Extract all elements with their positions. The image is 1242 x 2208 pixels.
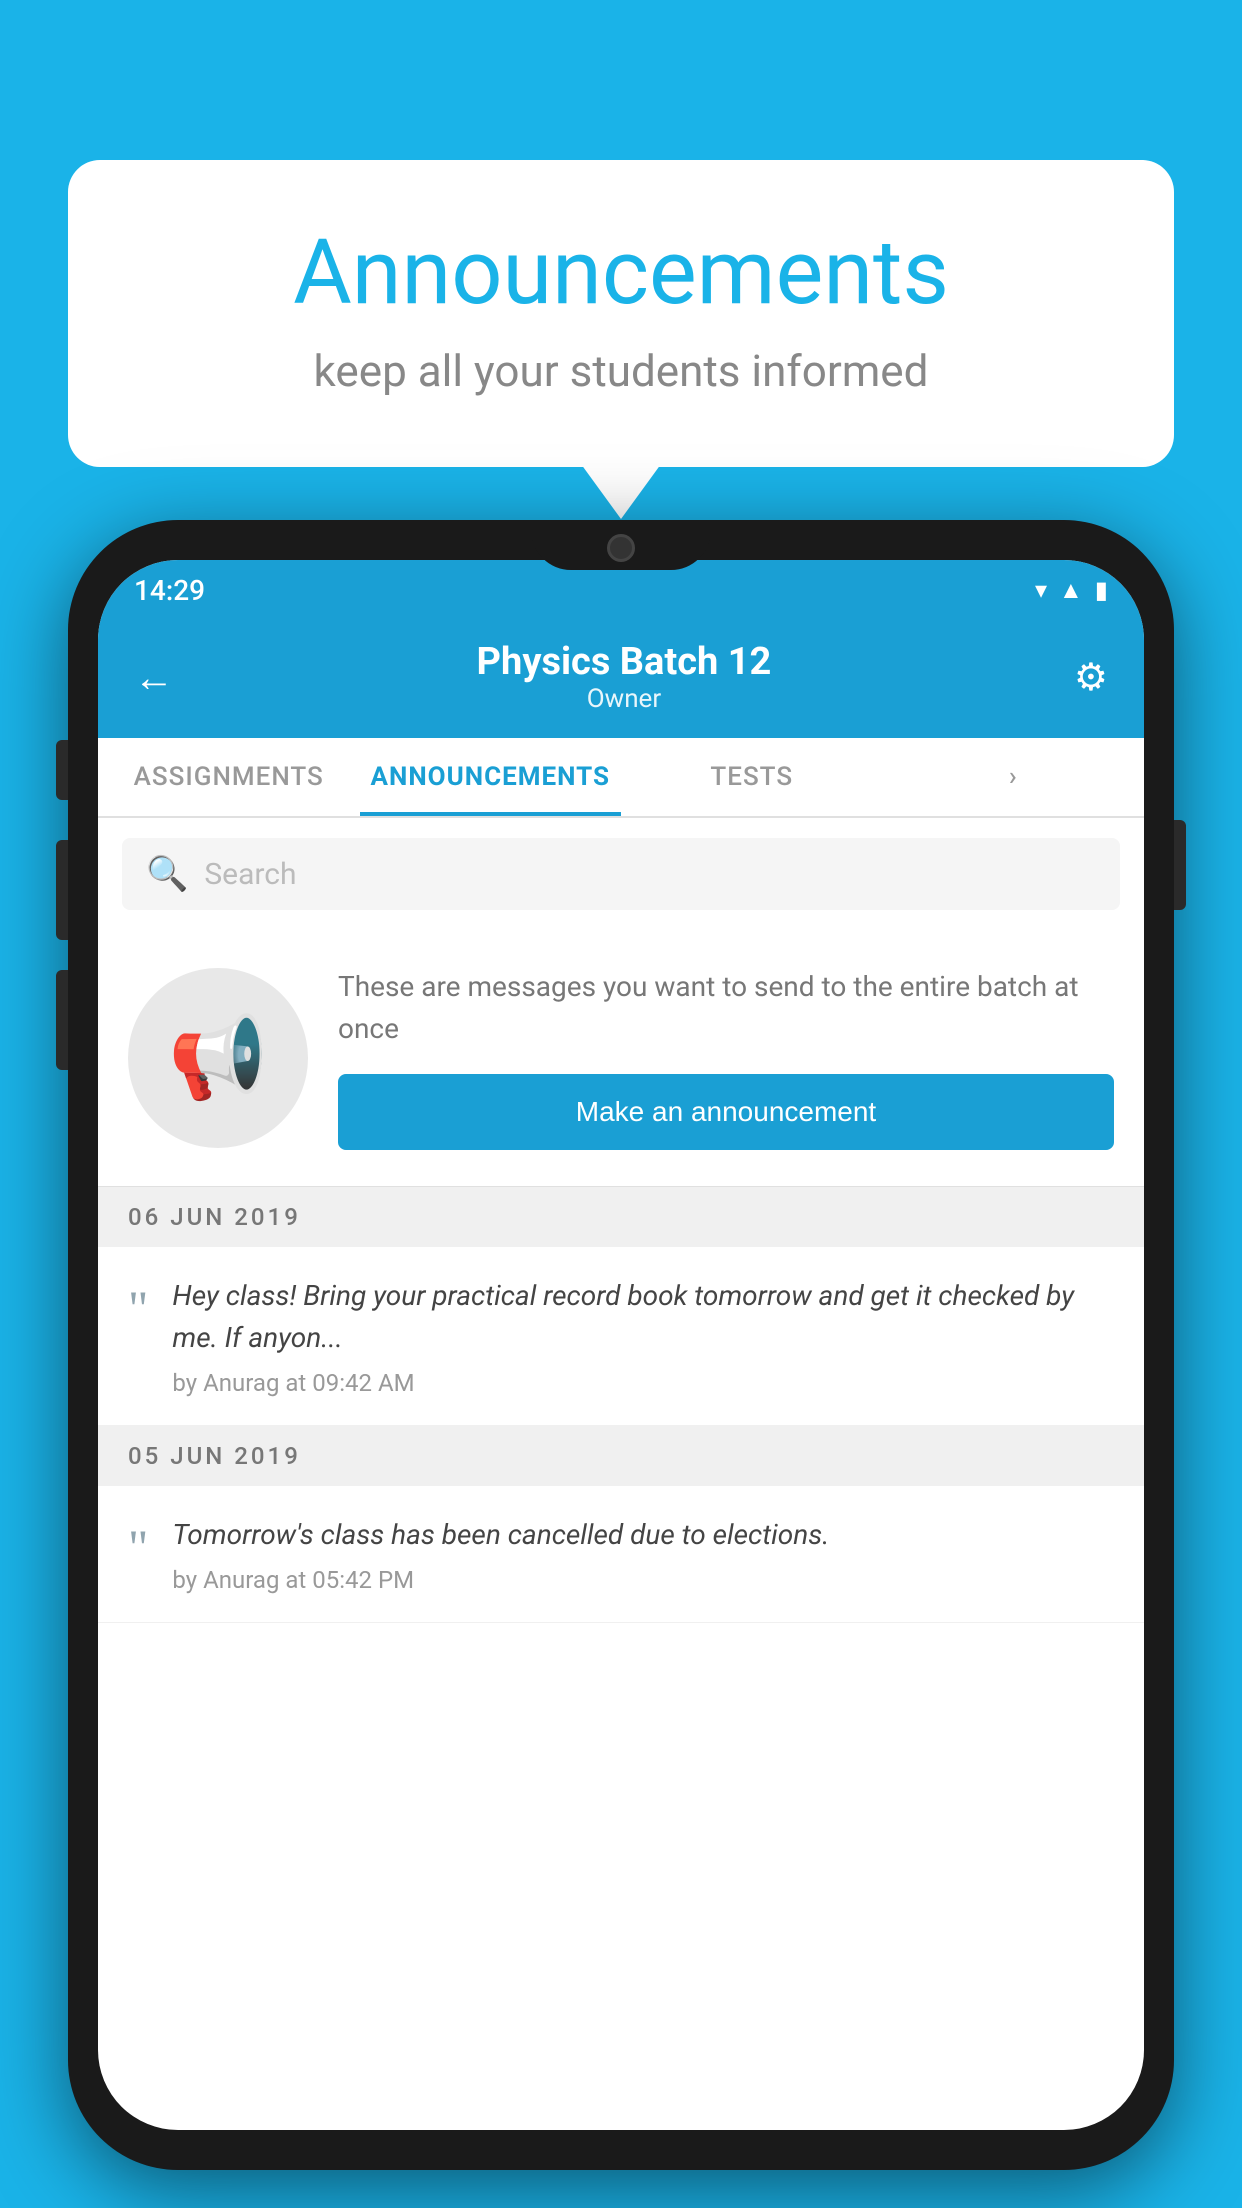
search-container: 🔍 Search (98, 818, 1144, 930)
tab-bar: ASSIGNMENTS ANNOUNCEMENTS TESTS › (98, 738, 1144, 818)
phone-notch (531, 520, 711, 570)
header-center: Physics Batch 12 Owner (477, 640, 772, 714)
volume-down-button (56, 970, 68, 1070)
app-header: ← Physics Batch 12 Owner ⚙ (98, 620, 1144, 738)
announcement-item-1[interactable]: " Hey class! Bring your practical record… (98, 1247, 1144, 1426)
quote-icon-2: " (128, 1522, 148, 1572)
tab-announcements[interactable]: ANNOUNCEMENTS (360, 738, 622, 816)
phone-mockup: 14:29 ▾ ▲ ▮ ← Physics Batch 12 Owner ⚙ A… (68, 520, 1174, 2170)
tab-assignments[interactable]: ASSIGNMENTS (98, 738, 360, 816)
announcement-prompt: 📢 These are messages you want to send to… (98, 930, 1144, 1187)
status-icons: ▾ ▲ ▮ (1035, 576, 1108, 605)
bubble-subtitle: keep all your students informed (148, 345, 1094, 397)
tab-tests[interactable]: TESTS (621, 738, 883, 816)
phone-screen: 14:29 ▾ ▲ ▮ ← Physics Batch 12 Owner ⚙ A… (98, 560, 1144, 2130)
make-announcement-button[interactable]: Make an announcement (338, 1074, 1114, 1150)
wifi-icon: ▾ (1035, 576, 1047, 604)
battery-icon: ▮ (1095, 576, 1108, 604)
announcement-meta-1: by Anurag at 09:42 AM (172, 1369, 1114, 1397)
prompt-content: These are messages you want to send to t… (338, 966, 1114, 1150)
mute-button (56, 740, 68, 800)
batch-role: Owner (477, 684, 772, 714)
announcement-content-2: Tomorrow's class has been cancelled due … (172, 1514, 1114, 1594)
power-button (1174, 820, 1186, 910)
announcement-content-1: Hey class! Bring your practical record b… (172, 1275, 1114, 1397)
search-placeholder: Search (204, 857, 296, 892)
bubble-title: Announcements (148, 220, 1094, 325)
quote-icon-1: " (128, 1283, 148, 1333)
search-icon: 🔍 (146, 854, 188, 894)
status-time: 14:29 (134, 574, 205, 607)
phone-body: 14:29 ▾ ▲ ▮ ← Physics Batch 12 Owner ⚙ A… (68, 520, 1174, 2170)
date-separator-2: 05 JUN 2019 (98, 1426, 1144, 1486)
megaphone-circle: 📢 (128, 968, 308, 1148)
megaphone-icon: 📢 (168, 1011, 268, 1105)
tab-more[interactable]: › (883, 738, 1145, 816)
announcement-text-2: Tomorrow's class has been cancelled due … (172, 1514, 1114, 1556)
volume-up-button (56, 840, 68, 940)
prompt-description: These are messages you want to send to t… (338, 966, 1114, 1050)
search-bar[interactable]: 🔍 Search (122, 838, 1120, 910)
announcement-meta-2: by Anurag at 05:42 PM (172, 1566, 1114, 1594)
camera (607, 534, 635, 562)
settings-icon[interactable]: ⚙ (1074, 655, 1108, 700)
batch-title: Physics Batch 12 (477, 640, 772, 684)
signal-icon: ▲ (1059, 576, 1083, 605)
announcement-item-2[interactable]: " Tomorrow's class has been cancelled du… (98, 1486, 1144, 1623)
back-button[interactable]: ← (134, 654, 174, 701)
announcement-text-1: Hey class! Bring your practical record b… (172, 1275, 1114, 1359)
speech-bubble: Announcements keep all your students inf… (68, 160, 1174, 467)
date-separator-1: 06 JUN 2019 (98, 1187, 1144, 1247)
